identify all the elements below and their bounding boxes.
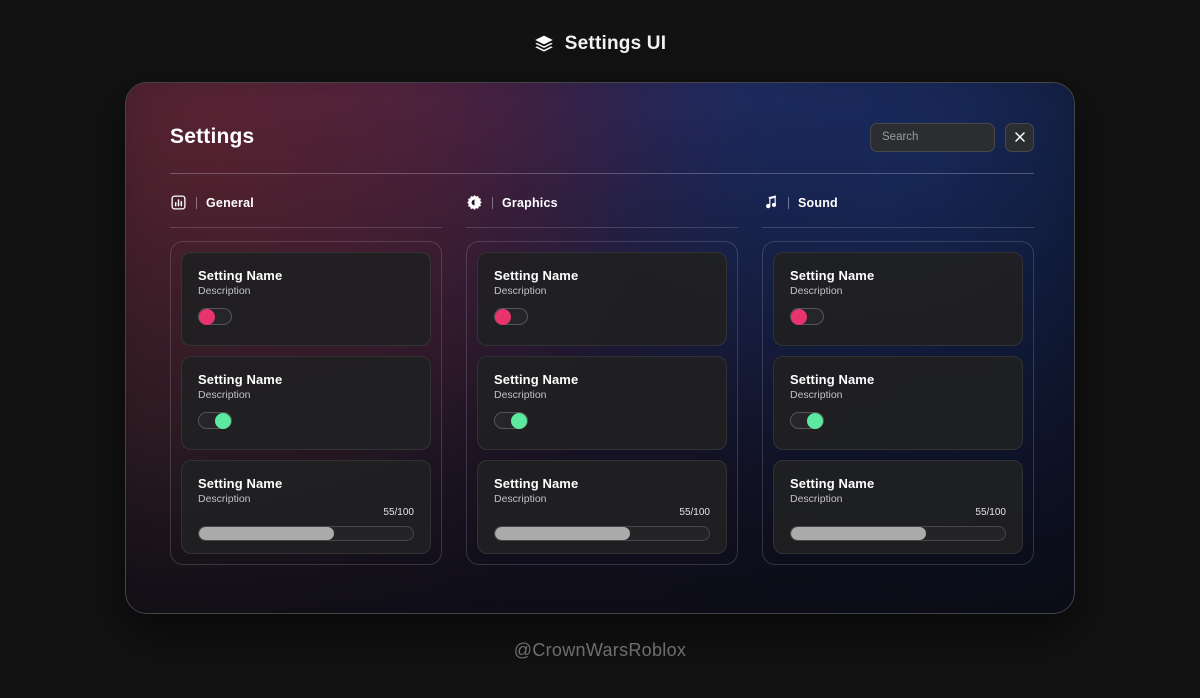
close-button[interactable] [1005, 122, 1034, 152]
tab-separator [788, 196, 789, 209]
setting-card: Setting Name Description [773, 252, 1023, 346]
setting-description: Description [790, 493, 843, 505]
tab-label-general: General [206, 195, 254, 210]
setting-toggle[interactable] [494, 308, 528, 325]
bar-chart-icon [170, 194, 187, 211]
tab-label-sound: Sound [798, 195, 838, 210]
settings-column-general: Setting Name Description Setting Name De… [170, 241, 442, 565]
setting-description: Description [494, 389, 547, 401]
setting-toggle[interactable] [790, 412, 824, 429]
slider-fill [495, 527, 630, 540]
setting-card: Setting Name Description 55/100 [773, 460, 1023, 554]
settings-panel: Settings Search General Graphics Sound S… [125, 82, 1075, 614]
setting-card: Setting Name Description 55/100 [181, 460, 431, 554]
slider-fill [791, 527, 926, 540]
tab-label-graphics: Graphics [502, 195, 558, 210]
tab-sound[interactable]: Sound [762, 194, 1034, 228]
setting-card: Setting Name Description 55/100 [477, 460, 727, 554]
setting-title: Setting Name [790, 372, 875, 387]
tab-separator [492, 196, 493, 209]
setting-title: Setting Name [790, 268, 875, 283]
setting-description: Description [494, 285, 547, 297]
settings-panel-wrapper: Settings Search General Graphics Sound S… [125, 82, 1075, 614]
setting-toggle[interactable] [790, 308, 824, 325]
setting-title: Setting Name [198, 476, 283, 491]
settings-column-graphics: Setting Name Description Setting Name De… [466, 241, 738, 565]
page-title: Settings UI [564, 33, 667, 54]
setting-card: Setting Name Description [477, 356, 727, 450]
tab-graphics[interactable]: Graphics [466, 194, 738, 228]
toggle-knob [791, 308, 807, 325]
setting-title: Setting Name [494, 268, 579, 283]
slider-value-label: 55/100 [975, 507, 1006, 518]
gear-icon [466, 194, 483, 211]
watermark: @CrownWarsRoblox [513, 640, 687, 660]
layers-icon [534, 34, 554, 54]
setting-slider[interactable] [790, 526, 1006, 541]
toggle-knob [215, 412, 231, 429]
setting-title: Setting Name [494, 476, 579, 491]
setting-description: Description [494, 493, 547, 505]
setting-title: Setting Name [198, 372, 283, 387]
settings-columns: Setting Name Description Setting Name De… [170, 241, 1034, 565]
slider-fill [199, 527, 334, 540]
tab-general[interactable]: General [170, 194, 442, 228]
setting-toggle[interactable] [198, 308, 232, 325]
search-input[interactable] [870, 122, 995, 152]
tab-separator [196, 196, 197, 209]
setting-description: Description [198, 285, 251, 297]
header-divider [170, 173, 1034, 174]
slider-value-label: 55/100 [679, 507, 710, 518]
page-title-bar: Settings UI [0, 0, 1200, 88]
toggle-knob [199, 308, 215, 325]
toggle-knob [807, 412, 823, 429]
settings-column-sound: Setting Name Description Setting Name De… [762, 241, 1034, 565]
close-icon [1014, 131, 1026, 143]
setting-card: Setting Name Description [477, 252, 727, 346]
setting-title: Setting Name [494, 372, 579, 387]
setting-toggle[interactable] [494, 412, 528, 429]
slider-value-label: 55/100 [383, 507, 414, 518]
setting-description: Description [198, 493, 251, 505]
setting-title: Setting Name [198, 268, 283, 283]
tabs-row: General Graphics Sound [170, 194, 1034, 228]
music-note-icon [762, 194, 779, 211]
setting-card: Setting Name Description [773, 356, 1023, 450]
setting-description: Description [790, 389, 843, 401]
setting-description: Description [790, 285, 843, 297]
setting-description: Description [198, 389, 251, 401]
toggle-knob [495, 308, 511, 325]
setting-slider[interactable] [198, 526, 414, 541]
setting-toggle[interactable] [198, 412, 232, 429]
setting-card: Setting Name Description [181, 356, 431, 450]
toggle-knob [511, 412, 527, 429]
setting-card: Setting Name Description [181, 252, 431, 346]
setting-title: Setting Name [790, 476, 875, 491]
panel-header: Settings [170, 119, 1034, 155]
panel-title: Settings [170, 125, 255, 148]
header-actions [870, 122, 1034, 152]
setting-slider[interactable] [494, 526, 710, 541]
